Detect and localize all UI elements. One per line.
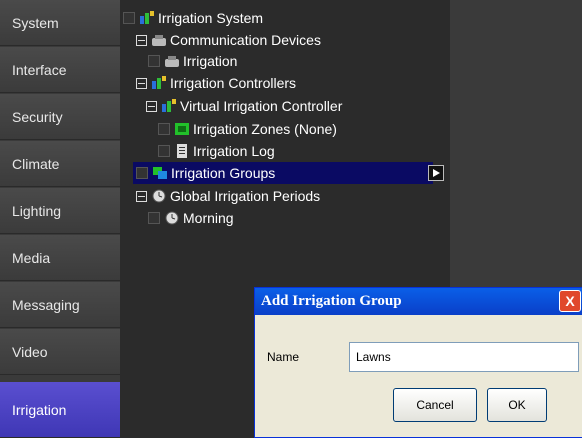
tree-checkbox[interactable] [158,123,170,135]
tree-node-label: Virtual Irrigation Controller [180,98,343,114]
dialog-titlebar[interactable]: Add Irrigation Group X [255,288,582,315]
tree-node-morning[interactable]: Morning [148,208,234,228]
collapse-toggle-icon[interactable] [136,190,147,202]
communication-device-icon [151,33,167,47]
tree-node-global-irrigation-periods[interactable]: Global Irrigation Periods [136,186,320,206]
sidebar-nav: System Interface Security Climate Lighti… [0,0,120,438]
tree-node-label: Morning [183,210,234,226]
irrigation-system-icon [161,99,177,113]
sidebar-item-video[interactable]: Video [0,329,120,375]
sidebar-item-interface[interactable]: Interface [0,47,120,93]
tree-node-communication-devices[interactable]: Communication Devices [136,30,321,50]
collapse-toggle-icon[interactable] [136,34,147,46]
sidebar-item-system[interactable]: System [0,0,120,46]
sidebar-item-media[interactable]: Media [0,235,120,281]
name-label: Name [267,350,300,364]
cancel-button[interactable]: Cancel [393,388,477,422]
clock-icon [151,189,167,203]
collapse-toggle-icon[interactable] [136,77,147,89]
ok-button[interactable]: OK [487,388,547,422]
tree-node-label: Communication Devices [170,32,321,48]
irrigation-system-icon [139,11,155,25]
sidebar-item-lighting[interactable]: Lighting [0,188,120,234]
clock-icon [164,211,180,225]
sidebar-item-security[interactable]: Security [0,94,120,140]
play-icon[interactable] [428,165,444,181]
tree-node-label: Irrigation Groups [171,165,276,181]
sidebar-item-messaging[interactable]: Messaging [0,282,120,328]
tree-node-irrigation-system[interactable]: Irrigation System [123,8,263,28]
irrigation-group-icon [152,166,168,180]
tree-checkbox[interactable] [123,12,135,24]
tree-node-irrigation-device[interactable]: Irrigation [148,51,237,71]
tree-node-virtual-irrigation-controller[interactable]: Virtual Irrigation Controller [146,96,342,116]
tree-checkbox[interactable] [148,212,160,224]
collapse-toggle-icon[interactable] [146,100,157,112]
irrigation-system-icon [151,76,167,90]
tree-node-label: Irrigation [183,53,238,69]
tree-node-label: Irrigation Log [193,143,275,159]
irrigation-zone-icon [174,122,190,136]
add-irrigation-group-dialog: Add Irrigation Group X Name Cancel OK [254,287,582,438]
tree-node-label: Irrigation Controllers [170,75,297,91]
name-input[interactable] [349,342,579,372]
tree-checkbox[interactable] [158,145,170,157]
close-button[interactable]: X [559,290,581,312]
tree-node-irrigation-groups[interactable]: Irrigation Groups [136,163,275,183]
tree-node-label: Irrigation System [158,10,264,26]
tree-node-irrigation-zones[interactable]: Irrigation Zones (None) [158,119,337,139]
tree-node-irrigation-controllers[interactable]: Irrigation Controllers [136,73,296,93]
dialog-title: Add Irrigation Group [261,293,402,309]
communication-device-icon [164,54,180,68]
tree-node-label: Irrigation Zones (None) [193,121,337,137]
tree-checkbox[interactable] [148,55,160,67]
sidebar-item-irrigation[interactable]: Irrigation [0,382,120,438]
sidebar-item-climate[interactable]: Climate [0,141,120,187]
tree-node-irrigation-log[interactable]: Irrigation Log [158,141,275,161]
tree-node-label: Global Irrigation Periods [170,188,321,204]
tree-checkbox[interactable] [136,167,148,179]
log-icon [174,144,190,158]
